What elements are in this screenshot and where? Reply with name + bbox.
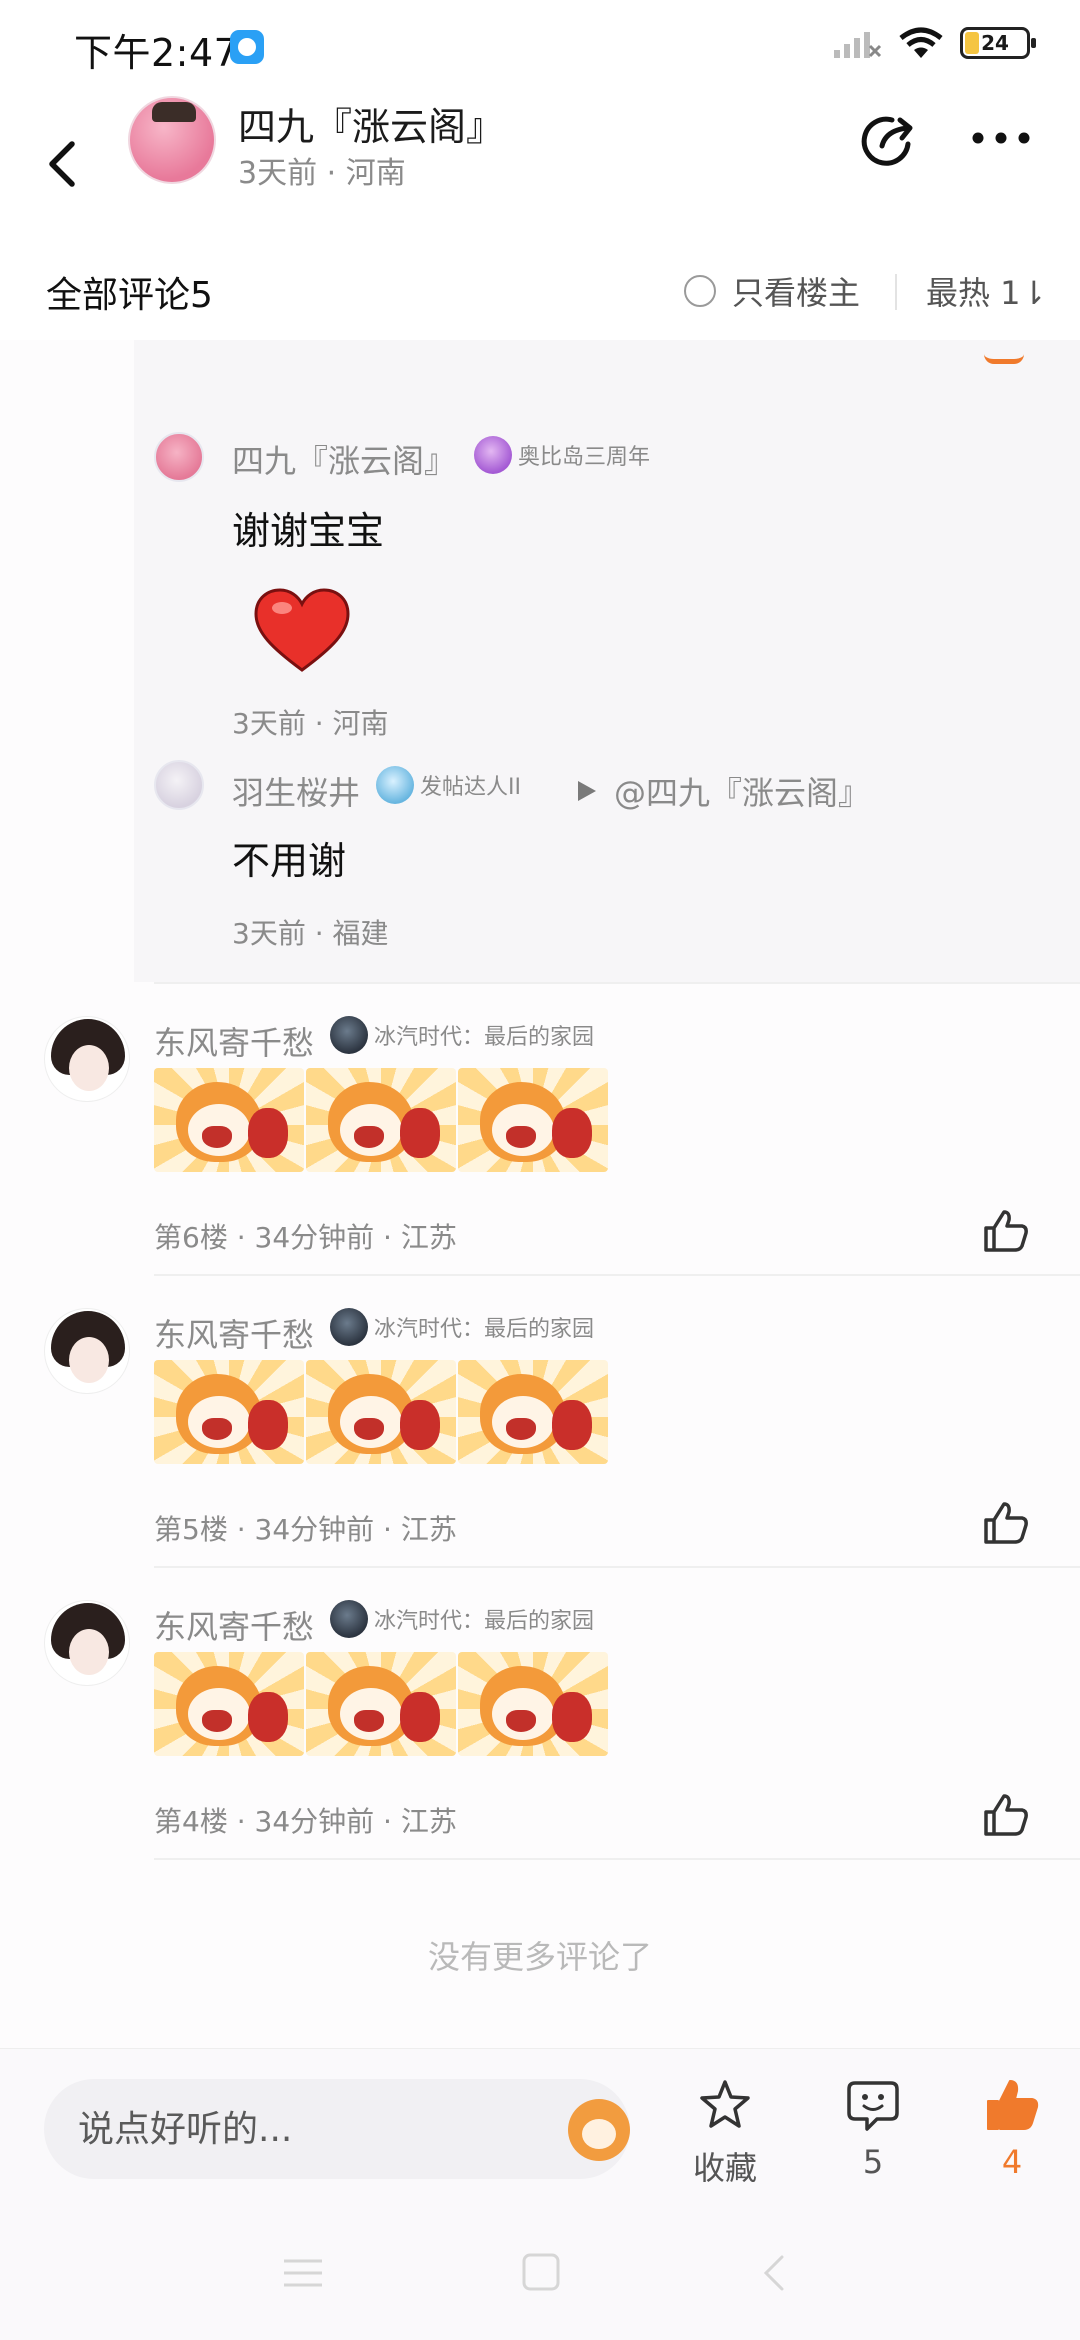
badge-icon [376, 766, 414, 804]
reply-badge: 发帖达人II [376, 766, 521, 804]
more-icon[interactable] [970, 126, 1032, 150]
floor-meta: 第5楼 · 34分钟前 · 江苏 [154, 1513, 457, 1546]
floor-comment: 东风寄千愁 冰汽时代：最后的家园 第6楼 · 34分钟前 · 江苏 [0, 982, 1080, 1274]
badge-label: 冰汽时代：最后的家园 [374, 1609, 595, 1634]
like-button[interactable]: 4 [952, 2077, 1072, 2227]
battery-icon: 24 [960, 27, 1036, 59]
commenter-badge: 冰汽时代：最后的家园 [330, 1308, 594, 1346]
badge-icon [330, 1308, 368, 1346]
sort-toggle[interactable]: 最热 1⇂ [926, 268, 1047, 314]
monkey-sticker-icon [154, 1068, 304, 1172]
toolbar-divider [895, 274, 897, 310]
divider [154, 1858, 1080, 1860]
reply-avatar[interactable] [154, 432, 204, 482]
comments-count-title: 全部评论5 [46, 275, 213, 316]
home-icon [522, 2253, 560, 2291]
status-icons: 24 [834, 26, 1036, 60]
thumbs-up-icon[interactable] [982, 1792, 1030, 1838]
badge-icon [330, 1016, 368, 1054]
floor-meta: 第6楼 · 34分钟前 · 江苏 [154, 1221, 457, 1254]
comment-button[interactable]: 5 [813, 2077, 933, 2227]
comment-bubble-icon [847, 2081, 899, 2131]
sticker-row [154, 1652, 608, 1756]
floor-comment: 东风寄千愁 冰汽时代：最后的家园 第5楼 · 34分钟前 · 江苏 [0, 1274, 1080, 1566]
monkey-sticker-icon [306, 1652, 456, 1756]
monkey-sticker-icon [154, 1360, 304, 1464]
badge-label: 冰汽时代：最后的家园 [374, 1025, 595, 1050]
post-meta: 3天前 · 河南 [238, 156, 406, 191]
reply-author-name[interactable]: 羽生桜井 [232, 768, 360, 814]
comments-toolbar: 全部评论5 只看楼主 最热 1⇂ [0, 240, 1080, 340]
app-notification-icon [230, 30, 264, 64]
play-triangle-icon [578, 781, 596, 801]
favorite-button[interactable]: 收藏 [665, 2077, 785, 2227]
sticker-row [154, 1068, 608, 1172]
radio-circle-icon [684, 275, 716, 307]
badge-label: 发帖达人II [420, 775, 521, 800]
like-icon-partial [984, 350, 1024, 364]
heart-sticker-icon [254, 588, 350, 672]
commenter-badge: 冰汽时代：最后的家园 [330, 1600, 594, 1638]
status-bar: 下午2:47 24 [0, 0, 1080, 90]
reply-badge: 奥比岛三周年 [474, 436, 650, 474]
back-arrow-icon[interactable] [40, 116, 90, 206]
badge-icon [474, 436, 512, 474]
status-time: 下午2:47 [74, 31, 239, 75]
thumbs-up-filled-icon [987, 2080, 1039, 2130]
thumbs-up-icon[interactable] [982, 1500, 1030, 1546]
floor-comment: 东风寄千愁 冰汽时代：最后的家园 第4楼 · 34分钟前 · 江苏 [0, 1566, 1080, 1858]
commenter-name[interactable]: 东风寄千愁 [154, 1602, 314, 1648]
monkey-sticker-icon [458, 1068, 608, 1172]
favorite-label: 收藏 [692, 2149, 757, 2187]
divider [154, 1566, 1080, 1568]
reply-author-name[interactable]: 四九『涨云阁』 [232, 436, 456, 482]
reply-avatar[interactable] [154, 760, 204, 810]
back-nav-icon [763, 2255, 784, 2291]
monkey-sticker-icon [154, 1652, 304, 1756]
like-count: 4 [1001, 2143, 1023, 2181]
signal-icon [834, 32, 882, 58]
no-more-comments: 没有更多评论了 [427, 1938, 652, 1976]
commenter-name[interactable]: 东风寄千愁 [154, 1018, 314, 1064]
commenter-avatar[interactable] [44, 1600, 130, 1686]
author-avatar[interactable] [128, 96, 216, 184]
commenter-badge: 冰汽时代：最后的家园 [330, 1016, 594, 1054]
post-header: 四九『涨云阁』 3天前 · 河南 [0, 90, 1080, 240]
commenter-avatar[interactable] [44, 1016, 130, 1102]
monkey-sticker-icon [306, 1360, 456, 1464]
reply-meta: 3天前 · 福建 [232, 917, 389, 950]
sticker-row [154, 1360, 608, 1464]
thumbs-up-icon[interactable] [982, 1208, 1030, 1254]
floor-meta: 第4楼 · 34分钟前 · 江苏 [154, 1805, 457, 1838]
reply-to-target[interactable]: @四九『涨云阁』 [614, 768, 870, 814]
author-name[interactable]: 四九『涨云阁』 [238, 96, 504, 151]
reply-text: 不用谢 [232, 839, 347, 883]
menu-icon [284, 2259, 322, 2287]
only-op-toggle[interactable]: 只看楼主 [684, 268, 860, 314]
divider [154, 1274, 1080, 1276]
comment-input[interactable] [78, 2099, 538, 2159]
reply-meta: 3天前 · 河南 [232, 707, 389, 740]
monkey-sticker-icon [306, 1068, 456, 1172]
comment-input-pill[interactable] [44, 2079, 630, 2179]
comment-count: 5 [862, 2143, 884, 2181]
wifi-icon [899, 27, 943, 58]
commenter-avatar[interactable] [44, 1308, 130, 1394]
reply-to: @四九『涨云阁』 [578, 768, 870, 814]
share-icon[interactable] [858, 108, 922, 172]
bottom-action-bar: 收藏 5 4 [0, 2048, 1080, 2340]
commenter-name[interactable]: 东风寄千愁 [154, 1310, 314, 1356]
monkey-sticker-icon [458, 1652, 608, 1756]
badge-icon [330, 1600, 368, 1638]
divider [154, 982, 1080, 984]
badge-label: 奥比岛三周年 [518, 445, 651, 470]
emoji-monkey-icon[interactable] [568, 2099, 630, 2161]
badge-label: 冰汽时代：最后的家园 [374, 1317, 595, 1342]
monkey-sticker-icon [458, 1360, 608, 1464]
star-icon [700, 2080, 750, 2128]
reply-text: 谢谢宝宝 [232, 509, 385, 553]
only-op-label: 只看楼主 [732, 274, 861, 312]
system-nav-bar [284, 2253, 784, 2291]
